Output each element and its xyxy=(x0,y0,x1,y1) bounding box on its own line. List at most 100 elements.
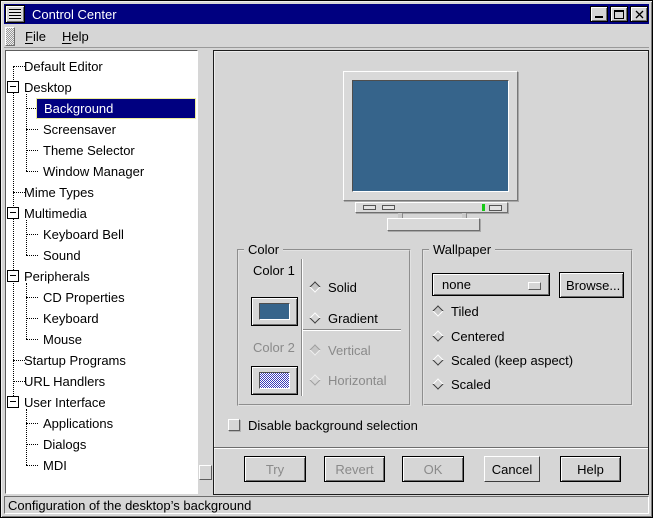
maximize-button[interactable] xyxy=(610,6,628,22)
disable-background-checkbox-row[interactable]: Disable background selection xyxy=(228,417,418,433)
color1-label: Color 1 xyxy=(253,263,295,278)
color1-button[interactable] xyxy=(251,297,298,326)
window-controls xyxy=(590,6,648,22)
radio-icon xyxy=(309,344,320,355)
tree-item-mouse[interactable]: Mouse xyxy=(6,329,197,350)
tree-item-row: CD Properties xyxy=(36,287,196,308)
menu-item-help[interactable]: Help xyxy=(56,27,95,46)
tree-item-applications[interactable]: Applications xyxy=(6,413,197,434)
tree-item-window-manager[interactable]: Window Manager xyxy=(6,161,197,182)
tree-item-row: Screensaver xyxy=(36,119,196,140)
tree-item-peripherals[interactable]: Peripherals xyxy=(6,266,197,287)
tree-collapse-icon[interactable] xyxy=(7,81,19,93)
monitor-button-icon xyxy=(489,205,502,211)
paned-resize-handle[interactable] xyxy=(199,465,212,480)
radio-label: Vertical xyxy=(328,343,371,358)
tree-item-dialogs[interactable]: Dialogs xyxy=(6,434,197,455)
radio-label: Centered xyxy=(451,329,504,344)
wallpaper-radio-scaled-keep-aspect[interactable]: Scaled (keep aspect) xyxy=(432,353,573,367)
tree-item-screensaver[interactable]: Screensaver xyxy=(6,119,197,140)
checkbox-icon[interactable] xyxy=(228,419,240,431)
tree-item-default-editor[interactable]: Default Editor xyxy=(6,56,197,77)
help-button[interactable]: Help xyxy=(560,456,621,482)
tree-item-label: Mime Types xyxy=(24,185,94,200)
wallpaper-radio-tiled[interactable]: Tiled xyxy=(432,304,479,318)
tree-item-theme-selector[interactable]: Theme Selector xyxy=(6,140,197,161)
close-button[interactable] xyxy=(630,6,648,22)
color-frame-title: Color xyxy=(244,242,283,257)
tree-item-keyboard-bell[interactable]: Keyboard Bell xyxy=(6,224,197,245)
tree-item-desktop[interactable]: Desktop xyxy=(6,77,197,98)
tree-item-startup-programs[interactable]: Startup Programs xyxy=(6,350,197,371)
tree-item-label: URL Handlers xyxy=(24,374,105,389)
monitor-button-icon xyxy=(382,205,395,210)
tree-item-row: Sound xyxy=(36,245,196,266)
tree-collapse-icon[interactable] xyxy=(7,270,19,282)
ok-button[interactable]: OK xyxy=(402,456,464,482)
radio-icon xyxy=(309,281,320,292)
tree-item-mdi[interactable]: MDI xyxy=(6,455,197,476)
cancel-button[interactable]: Cancel xyxy=(484,456,540,482)
wallpaper-frame: Wallpaper none Browse... TiledCenteredSc… xyxy=(422,249,633,406)
tree-item-row: Background xyxy=(36,98,196,119)
wallpaper-radio-centered[interactable]: Centered xyxy=(432,329,504,343)
color-radio-gradient[interactable]: Gradient xyxy=(309,311,378,325)
tree-item-label: Applications xyxy=(43,416,113,431)
tree-item-multimedia[interactable]: Multimedia xyxy=(6,203,197,224)
wallpaper-frame-title: Wallpaper xyxy=(429,242,495,257)
tree-item-mime-types[interactable]: Mime Types xyxy=(6,182,197,203)
tree-item-label: Peripherals xyxy=(24,269,90,284)
tree-item-sound[interactable]: Sound xyxy=(6,245,197,266)
tree-collapse-icon[interactable] xyxy=(7,396,19,408)
tree-item-row: Keyboard Bell xyxy=(36,224,196,245)
menubar: FileHelp xyxy=(4,25,649,48)
radio-icon xyxy=(309,312,320,323)
tree-item-row: MDI xyxy=(36,455,196,476)
radio-label: Scaled (keep aspect) xyxy=(451,353,573,368)
disable-background-label: Disable background selection xyxy=(248,418,418,433)
menubar-grip[interactable] xyxy=(5,27,15,46)
tree-item-row: Startup Programs xyxy=(21,350,196,371)
tree-item-row: Applications xyxy=(36,413,196,434)
color-radio-vertical: Vertical xyxy=(309,343,371,357)
radio-icon xyxy=(432,354,443,365)
tree-item-cd-properties[interactable]: CD Properties xyxy=(6,287,197,308)
color2-label: Color 2 xyxy=(253,340,295,355)
tree-item-label: Startup Programs xyxy=(24,353,126,368)
radio-label: Scaled xyxy=(451,377,491,392)
color2-swatch xyxy=(259,372,290,389)
tree-item-label: Sound xyxy=(43,248,81,263)
tree-item-background[interactable]: Background xyxy=(6,98,197,119)
close-icon xyxy=(635,10,644,19)
tree-item-row: Peripherals xyxy=(21,266,196,287)
monitor-button-icon xyxy=(363,205,376,210)
color2-button[interactable] xyxy=(251,366,298,395)
tree-item-row: Mime Types xyxy=(21,182,196,203)
radio-label: Horizontal xyxy=(328,373,387,388)
titlebar[interactable]: Control Center xyxy=(4,4,649,24)
tree-item-keyboard[interactable]: Keyboard xyxy=(6,308,197,329)
tree-item-label: Mouse xyxy=(43,332,82,347)
tree-item-row: Mouse xyxy=(36,329,196,350)
tree-item-label: Keyboard xyxy=(43,311,99,326)
wallpaper-dropdown[interactable]: none xyxy=(432,273,550,296)
control-center-window: Control Center FileHelp Default EditorDe… xyxy=(0,0,653,518)
minimize-button[interactable] xyxy=(590,6,608,22)
revert-button[interactable]: Revert xyxy=(324,456,385,482)
window-menu-button[interactable] xyxy=(5,5,25,23)
radio-icon xyxy=(309,374,320,385)
window-menu-icon xyxy=(9,9,21,20)
monitor-power-led xyxy=(482,204,485,211)
tree-item-url-handlers[interactable]: URL Handlers xyxy=(6,371,197,392)
tree-item-label: Keyboard Bell xyxy=(43,227,124,242)
menu-item-file[interactable]: File xyxy=(19,27,52,46)
tree-collapse-icon[interactable] xyxy=(7,207,19,219)
tree-item-user-interface[interactable]: User Interface xyxy=(6,392,197,413)
wallpaper-radio-scaled[interactable]: Scaled xyxy=(432,377,491,391)
radio-label: Solid xyxy=(328,280,357,295)
try-button[interactable]: Try xyxy=(244,456,306,482)
color-radio-solid[interactable]: Solid xyxy=(309,280,357,294)
browse-button[interactable]: Browse... xyxy=(559,272,624,298)
paned-divider[interactable] xyxy=(199,50,212,494)
statusbar: Configuration of the desktop’s backgroun… xyxy=(4,496,649,514)
